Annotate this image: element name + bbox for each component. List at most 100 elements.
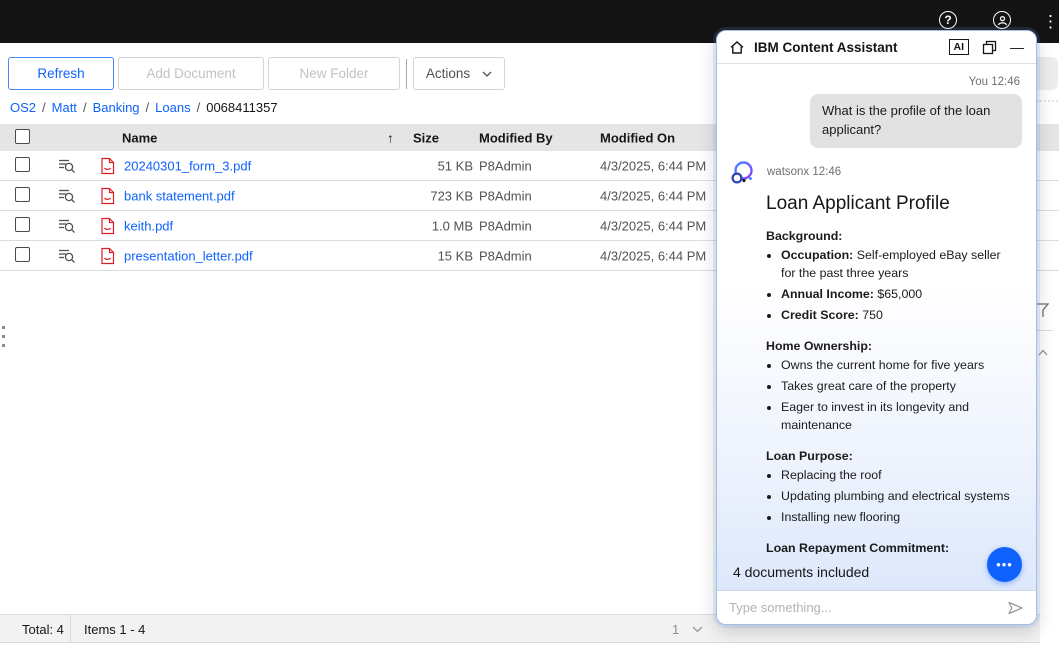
home-icon[interactable] — [729, 40, 745, 55]
bot-message-header: watsonx 12:46 — [729, 159, 1022, 186]
total-count: Total: 4 — [22, 622, 64, 637]
minimize-icon[interactable]: — — [1010, 40, 1024, 54]
pdf-file-icon — [100, 247, 115, 264]
preview-document-icon[interactable] — [58, 158, 76, 174]
breadcrumb-separator: / — [197, 100, 201, 115]
new-folder-button[interactable]: New Folder — [268, 57, 400, 90]
user-account-icon[interactable] — [993, 11, 1011, 29]
send-icon[interactable] — [1007, 600, 1024, 616]
document-link[interactable]: 20240301_form_3.pdf — [124, 158, 251, 173]
chevron-down-icon — [482, 71, 492, 77]
pdf-file-icon — [100, 187, 115, 204]
response-bullet: Annual Income: $65,000 — [781, 286, 1018, 304]
modified-on: 4/3/2025, 6:44 PM — [600, 248, 706, 263]
response-bullet: Updating plumbing and electrical systems — [781, 488, 1018, 506]
breadcrumb: OS2 / Matt / Banking / Loans / 0068411357 — [10, 100, 278, 115]
breadcrumb-separator: / — [146, 100, 150, 115]
modified-by: P8Admin — [479, 158, 532, 173]
chat-input-row — [717, 590, 1036, 624]
assistant-title: IBM Content Assistant — [754, 40, 898, 55]
row-checkbox[interactable] — [15, 157, 30, 175]
modified-by: P8Admin — [479, 188, 532, 203]
column-header-modified-on[interactable]: Modified On — [600, 130, 675, 145]
document-toolbar: Refresh Add Document New Folder Actions — [8, 57, 509, 90]
assistant-header: IBM Content Assistant AI — — [717, 31, 1036, 64]
column-header-size[interactable]: Size — [413, 130, 439, 145]
documents-included-text: 4 documents included — [733, 564, 869, 580]
response-sections: Background: Occupation: Self-employed eBa… — [766, 229, 1022, 554]
response-section-title: Loan Purpose: — [766, 449, 1018, 463]
row-checkbox[interactable] — [15, 217, 30, 235]
response-bullet: Occupation: Self-employed eBay seller fo… — [781, 247, 1018, 283]
user-message-bubble: What is the profile of the loan applican… — [810, 94, 1022, 148]
modified-by: P8Admin — [479, 248, 532, 263]
modified-by: P8Admin — [479, 218, 532, 233]
breadcrumb-link[interactable]: Loans — [155, 100, 190, 115]
ai-badge[interactable]: AI — [949, 39, 970, 56]
page-chevron-down-icon[interactable] — [692, 626, 703, 633]
pdf-file-icon — [100, 157, 115, 174]
document-link[interactable]: keith.pdf — [124, 218, 173, 233]
response-section-title: Background: — [766, 229, 1018, 243]
column-header-name[interactable]: Name — [122, 130, 157, 145]
refresh-button[interactable]: Refresh — [8, 57, 114, 90]
breadcrumb-separator: / — [83, 100, 87, 115]
response-section-title: Home Ownership: — [766, 339, 1018, 353]
response-bullet: Eager to invest in its longevity and mai… — [781, 399, 1018, 435]
column-header-modified-by[interactable]: Modified By — [479, 130, 553, 145]
document-link[interactable]: presentation_letter.pdf — [124, 248, 253, 263]
row-checkbox[interactable] — [15, 247, 30, 265]
response-section: Home Ownership: Owns the current home for… — [766, 339, 1018, 435]
statusbar-divider — [70, 615, 71, 642]
chevron-up-icon — [1038, 349, 1048, 356]
response-section: Loan Purpose:Replacing the roofUpdating … — [766, 449, 1018, 527]
document-link[interactable]: bank statement.pdf — [124, 188, 235, 203]
response-heading: Loan Applicant Profile — [766, 193, 1022, 215]
add-document-button[interactable]: Add Document — [118, 57, 264, 90]
pdf-file-icon — [100, 217, 115, 234]
response-section: Loan Repayment Commitment:Confident in a… — [766, 541, 1018, 554]
help-icon[interactable]: ? — [939, 11, 957, 29]
chat-input[interactable] — [729, 600, 999, 615]
response-bullet: Owns the current home for five years — [781, 357, 1018, 375]
actions-dropdown[interactable]: Actions — [413, 57, 505, 90]
filter-icon — [1035, 303, 1049, 318]
bot-message-label: watsonx 12:46 — [767, 166, 841, 178]
breadcrumb-link[interactable]: OS2 — [10, 100, 36, 115]
response-section: Background: Occupation: Self-employed eBa… — [766, 229, 1018, 325]
breadcrumb-current: 0068411357 — [206, 100, 277, 115]
document-size: 1.0 MB — [395, 218, 473, 233]
preview-document-icon[interactable] — [58, 188, 76, 204]
user-message-label: You 12:46 — [729, 76, 1020, 88]
document-size: 15 KB — [395, 248, 473, 263]
response-bullet: Credit Score: 750 — [781, 307, 1018, 325]
preview-document-icon[interactable] — [58, 218, 76, 234]
row-checkbox[interactable] — [15, 187, 30, 205]
modified-on: 4/3/2025, 6:44 PM — [600, 218, 706, 233]
page-number[interactable]: 1 — [672, 622, 679, 637]
items-range: Items 1 - 4 — [84, 622, 145, 637]
watsonx-avatar-icon — [729, 159, 756, 186]
response-bullet: Installing new flooring — [781, 509, 1018, 527]
content-assistant-panel: IBM Content Assistant AI — You 12:46 Wha… — [716, 30, 1037, 625]
document-size: 723 KB — [395, 188, 473, 203]
hidden-rule-fragment — [1035, 330, 1053, 331]
sort-ascending-icon[interactable]: ↑ — [387, 130, 394, 145]
chat-options-button[interactable]: ••• — [987, 547, 1022, 582]
preview-document-icon[interactable] — [58, 248, 76, 264]
pane-drag-handle[interactable] — [2, 326, 5, 347]
modified-on: 4/3/2025, 6:44 PM — [600, 188, 706, 203]
chat-messages: You 12:46 What is the profile of the loa… — [717, 64, 1036, 554]
modified-on: 4/3/2025, 6:44 PM — [600, 158, 706, 173]
overflow-menu-icon[interactable]: ⋮ — [1042, 13, 1059, 30]
app-window: ? ⋮ Refresh Add Document New Folder Acti… — [0, 0, 1059, 660]
toolbar-divider — [406, 59, 407, 89]
response-bullet: Takes great care of the property — [781, 378, 1018, 396]
breadcrumb-link[interactable]: Banking — [93, 100, 140, 115]
response-section-title: Loan Repayment Commitment: — [766, 541, 1018, 554]
breadcrumb-separator: / — [42, 100, 46, 115]
breadcrumb-link[interactable]: Matt — [52, 100, 77, 115]
documents-included-row: 4 documents included ••• — [717, 554, 1036, 590]
open-new-window-icon[interactable] — [982, 40, 997, 55]
select-all-checkbox[interactable] — [15, 129, 30, 147]
